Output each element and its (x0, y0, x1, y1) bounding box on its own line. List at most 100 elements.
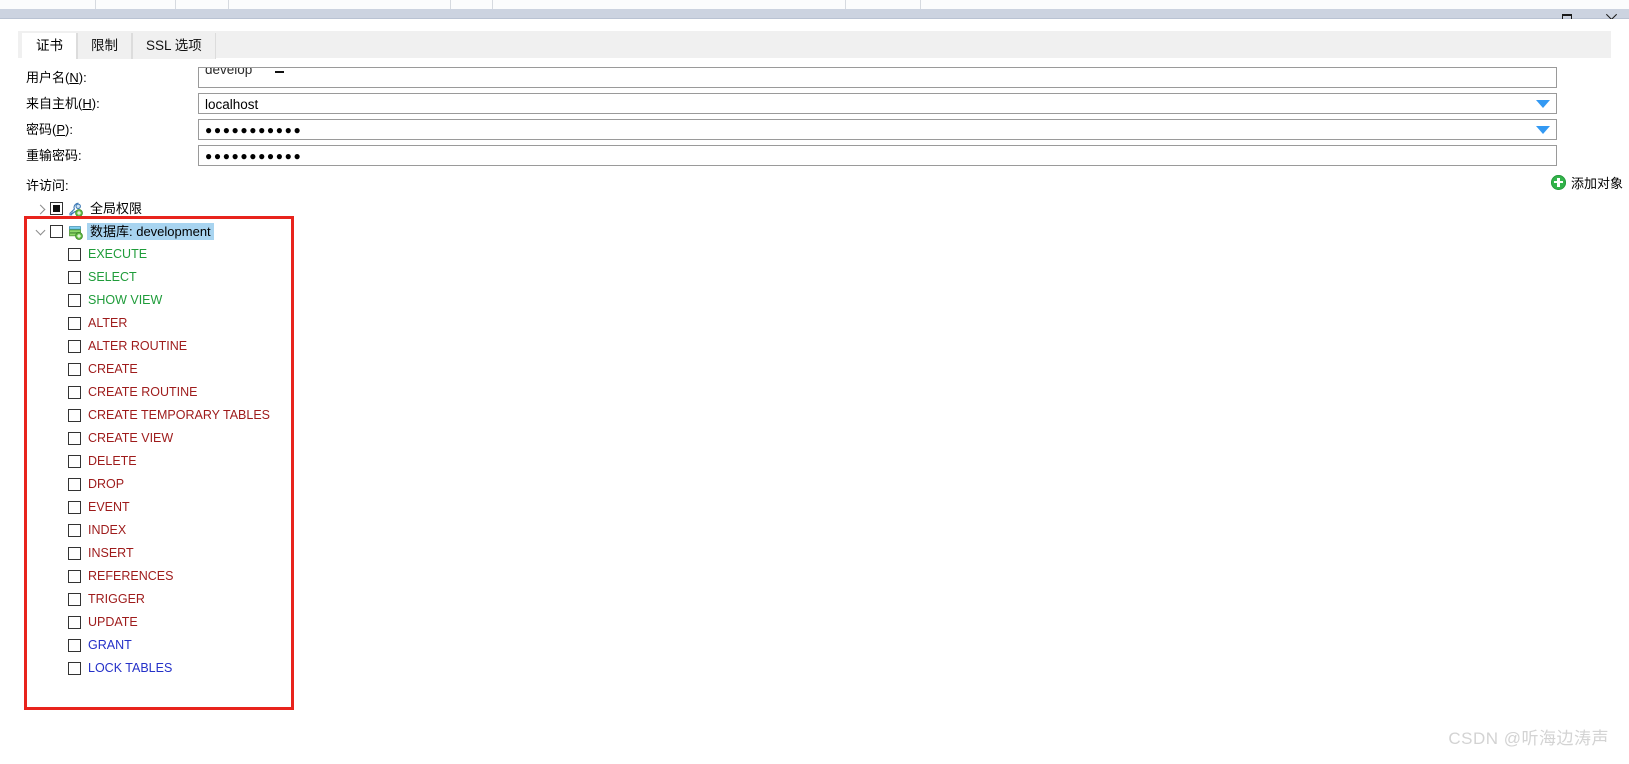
password-repeat-input[interactable]: ●●●●●●●●●●● (198, 145, 1557, 166)
permission-row[interactable]: EVENT (0, 496, 1629, 519)
permission-checkbox[interactable] (68, 248, 81, 261)
username-value: develop (205, 67, 253, 77)
permission-row[interactable]: LOCK TABLES (0, 657, 1629, 680)
database-checkbox[interactable] (50, 225, 63, 238)
form-row-password: 密码(P): ●●●●●●●●●●● (0, 119, 1629, 141)
chevron-down-icon[interactable] (34, 225, 48, 239)
permission-label: TRIGGER (88, 592, 145, 606)
tab-bar: 证书 限制 SSL 选项 (22, 33, 216, 59)
tree-node-global-privileges[interactable]: 全局权限 (0, 197, 1629, 220)
permission-row[interactable]: DELETE (0, 450, 1629, 473)
chevron-down-icon[interactable] (1536, 100, 1550, 108)
permission-checkbox[interactable] (68, 547, 81, 560)
permission-label: ALTER ROUTINE (88, 339, 188, 353)
toolbar-separator (228, 0, 229, 9)
tabstrip-background (18, 31, 1611, 59)
tab-ssl-options[interactable]: SSL 选项 (132, 33, 216, 59)
permission-row[interactable]: INDEX (0, 519, 1629, 542)
permission-row[interactable]: DROP (0, 473, 1629, 496)
permission-label: INDEX (88, 523, 127, 537)
permission-checkbox[interactable] (68, 409, 81, 422)
tab-limits[interactable]: 限制 (77, 33, 132, 59)
permission-checkbox[interactable] (68, 501, 81, 514)
password-repeat-label-suffix: : (78, 148, 82, 163)
host-label-accel: H (82, 96, 92, 111)
permission-checkbox[interactable] (68, 317, 81, 330)
host-value: localhost (205, 97, 259, 112)
watermark: CSDN @听海边涛声 (1448, 729, 1609, 748)
permission-checkbox[interactable] (68, 662, 81, 675)
permission-row[interactable]: SHOW VIEW (0, 289, 1629, 312)
username-label-suffix: ): (78, 70, 87, 85)
toolbar-separator (95, 0, 96, 9)
chevron-down-icon[interactable] (1536, 126, 1550, 134)
toolbar-separator (450, 0, 451, 9)
permission-label: DELETE (88, 454, 137, 468)
permission-row[interactable]: REFERENCES (0, 565, 1629, 588)
permission-row[interactable]: CREATE ROUTINE (0, 381, 1629, 404)
password-label-prefix: 密码( (26, 122, 57, 137)
permission-checkbox[interactable] (68, 478, 81, 491)
permission-checkbox[interactable] (68, 639, 81, 652)
permission-checkbox[interactable] (68, 524, 81, 537)
permission-label: DROP (88, 477, 125, 491)
dialog-body: 证书 限制 SSL 选项 用户名(N): develop 来自主机(H): lo… (0, 19, 1629, 764)
global-privileges-checkbox[interactable] (50, 202, 63, 215)
permission-row[interactable]: TRIGGER (0, 588, 1629, 611)
username-label: 用户名(N): (26, 67, 87, 89)
add-object-label: 添加对象 (1570, 175, 1623, 191)
password-label-accel: P (56, 122, 66, 137)
permission-row[interactable]: EXECUTE (0, 243, 1629, 266)
tab-certificates[interactable]: 证书 (22, 33, 77, 59)
permission-row[interactable]: ALTER (0, 312, 1629, 335)
permission-row[interactable]: CREATE TEMPORARY TABLES (0, 404, 1629, 427)
permission-label: CREATE ROUTINE (88, 385, 198, 399)
global-privileges-label: 全局权限 (90, 201, 143, 216)
permission-checkbox[interactable] (68, 363, 81, 376)
permission-checkbox[interactable] (68, 616, 81, 629)
permission-label: SELECT (88, 270, 137, 284)
password-label-suffix: ): (65, 122, 73, 137)
permission-checkbox[interactable] (68, 432, 81, 445)
chevron-right-icon[interactable] (34, 202, 48, 216)
permission-label: GRANT (88, 638, 132, 652)
username-label-prefix: 用户名( (26, 70, 70, 85)
permission-row[interactable]: GRANT (0, 634, 1629, 657)
tree-node-database[interactable]: 数据库: development (0, 220, 1629, 243)
permissions-tree: 全局权限 数据库: development EXECUTE SELECT SHOW … (0, 197, 1629, 680)
permission-row[interactable]: INSERT (0, 542, 1629, 565)
permission-checkbox[interactable] (68, 570, 81, 583)
password-label: 密码(P): (26, 119, 73, 141)
permission-row[interactable]: ALTER ROUTINE (0, 335, 1629, 358)
host-combobox[interactable]: localhost (198, 93, 1557, 114)
permission-checkbox[interactable] (68, 386, 81, 399)
permission-label: UPDATE (88, 615, 138, 629)
tab-label: 证书 (36, 38, 63, 53)
password-value: ●●●●●●●●●●● (205, 123, 303, 137)
add-object-button[interactable]: 添加对象 (1550, 172, 1623, 192)
text-caret (275, 71, 284, 73)
password-combobox[interactable]: ●●●●●●●●●●● (198, 119, 1557, 140)
permission-checkbox[interactable] (68, 340, 81, 353)
permission-row[interactable]: SELECT (0, 266, 1629, 289)
permission-row[interactable]: CREATE (0, 358, 1629, 381)
toolbar-separator (175, 0, 176, 9)
database-node-label: 数据库: development (87, 223, 214, 240)
tab-label: SSL 选项 (146, 38, 202, 53)
username-input[interactable]: develop (198, 67, 1557, 88)
permission-label: CREATE (88, 362, 138, 376)
permission-row[interactable]: CREATE VIEW (0, 427, 1629, 450)
key-icon (67, 201, 83, 217)
permission-checkbox[interactable] (68, 593, 81, 606)
permission-label: CREATE TEMPORARY TABLES (88, 408, 271, 422)
toolbar-separator (920, 0, 921, 9)
permission-checkbox[interactable] (68, 271, 81, 284)
permission-label: CREATE VIEW (88, 431, 174, 445)
permission-label: INSERT (88, 546, 134, 560)
permission-row[interactable]: UPDATE (0, 611, 1629, 634)
toolbar-separator (492, 0, 493, 9)
permission-checkbox[interactable] (68, 294, 81, 307)
permission-label: LOCK TABLES (88, 661, 173, 675)
host-label-prefix: 来自主机( (26, 96, 83, 111)
permission-checkbox[interactable] (68, 455, 81, 468)
